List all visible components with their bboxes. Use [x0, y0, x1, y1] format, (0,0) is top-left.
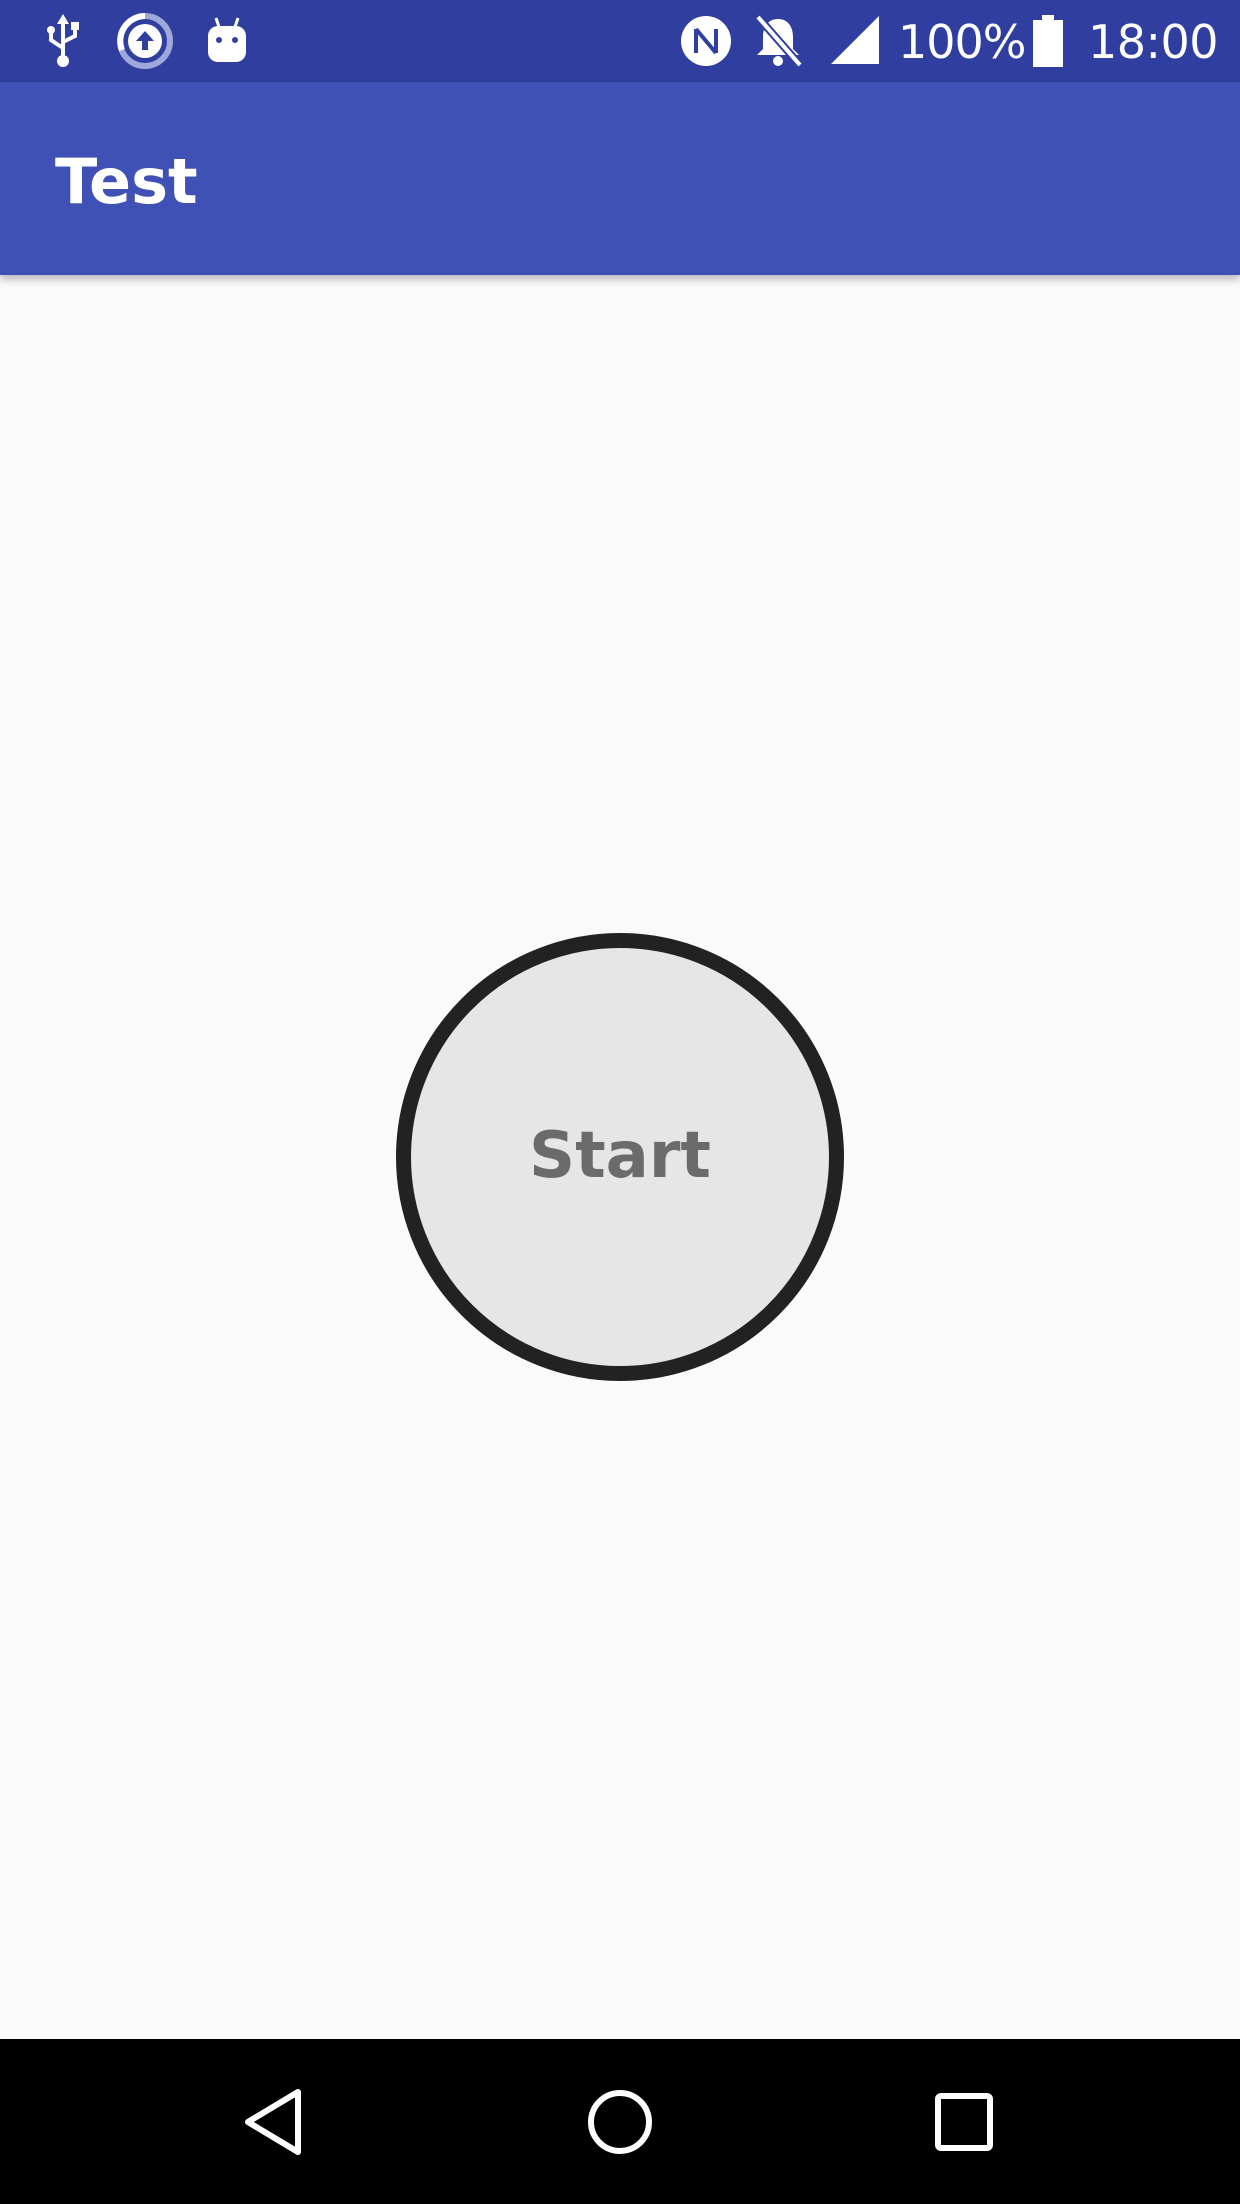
home-button[interactable]: [540, 2039, 700, 2204]
nfc-icon: [678, 0, 734, 82]
android-debug-icon: [204, 0, 250, 82]
start-button-label: Start: [528, 1119, 712, 1193]
recents-button[interactable]: [884, 2039, 1044, 2204]
upload-sync-icon: [116, 0, 174, 82]
back-icon: [245, 2088, 301, 2155]
app-toolbar: Test: [0, 82, 1240, 275]
battery-percent: 100%: [898, 15, 1027, 69]
cell-signal-icon: [830, 0, 882, 82]
navigation-bar: [0, 2039, 1240, 2204]
app-title: Test: [55, 145, 198, 218]
back-button[interactable]: [197, 2039, 357, 2204]
battery-icon: [1030, 0, 1066, 82]
start-button[interactable]: Start: [396, 933, 844, 1381]
status-clock: 18:00: [1088, 15, 1219, 69]
status-bar: 100% 18:00: [0, 0, 1240, 82]
usb-icon: [40, 0, 86, 82]
home-icon: [588, 2089, 652, 2154]
notifications-off-icon: [750, 0, 806, 82]
recents-icon: [935, 2092, 993, 2151]
main-content: Start: [0, 275, 1240, 2039]
